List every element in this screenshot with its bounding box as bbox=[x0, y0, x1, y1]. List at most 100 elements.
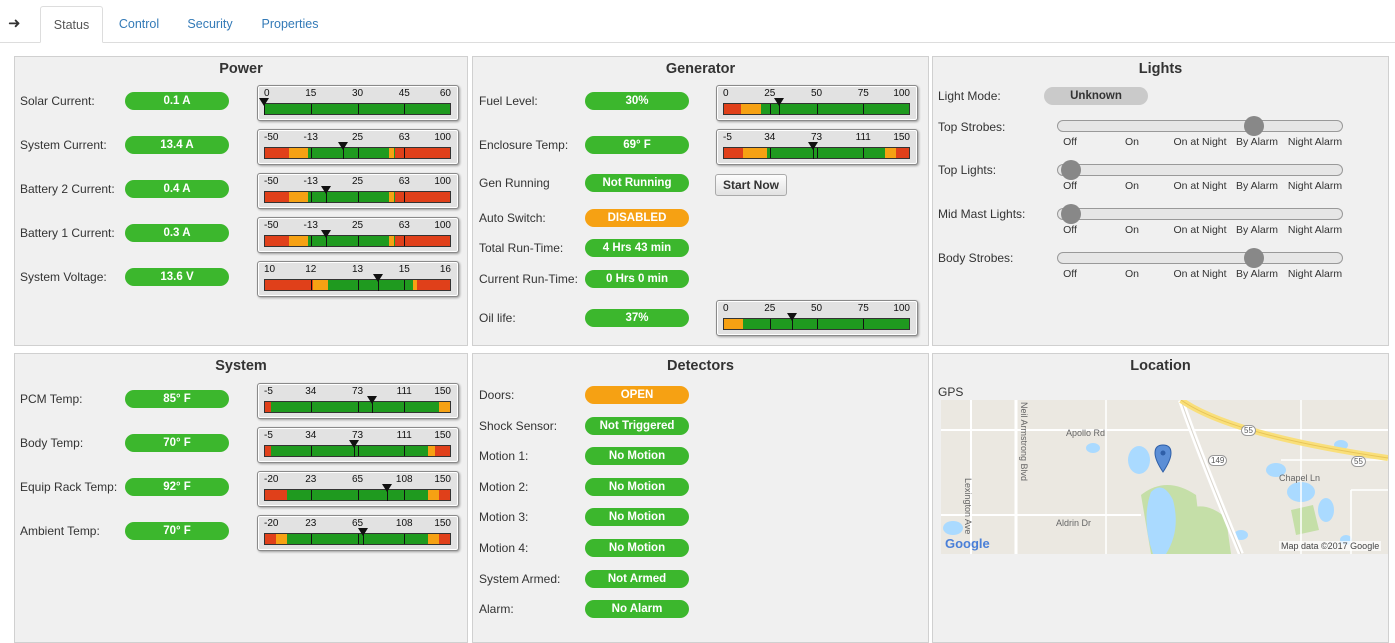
option-by-alarm[interactable]: By Alarm bbox=[1236, 224, 1278, 236]
oil-life-gauge: 0 25 50 75 100 bbox=[716, 300, 918, 336]
tab-status[interactable]: Status bbox=[40, 6, 103, 43]
gauge-divider bbox=[357, 104, 359, 114]
option-on-at-night[interactable]: On at Night bbox=[1173, 180, 1226, 192]
gauge-pointer-line bbox=[264, 102, 265, 115]
detector-label: Motion 2: bbox=[479, 479, 529, 494]
map-road-chapel: Chapel Ln bbox=[1279, 473, 1321, 483]
gauge-segment bbox=[438, 402, 450, 412]
gauge-tick-label: 111 bbox=[396, 430, 412, 441]
battery-2-current-gauge: -50 -13 25 63 100 bbox=[257, 173, 459, 209]
gauge-tick-label: 150 bbox=[893, 132, 910, 143]
gauge-tick-label: 23 bbox=[305, 518, 317, 529]
gauge-segment bbox=[289, 192, 308, 202]
top-lights-slider-knob[interactable] bbox=[1060, 160, 1081, 180]
gauge-divider bbox=[816, 104, 818, 114]
gauge-tick-label: 100 bbox=[434, 132, 451, 143]
option-by-alarm[interactable]: By Alarm bbox=[1236, 180, 1278, 192]
option-on[interactable]: On bbox=[1125, 268, 1139, 280]
option-on-at-night[interactable]: On at Night bbox=[1173, 268, 1226, 280]
pcm-temp-label: PCM Temp: bbox=[20, 392, 83, 406]
gauge-pointer-line bbox=[387, 488, 389, 501]
gauge-tick-label: 150 bbox=[434, 386, 451, 397]
gauge-tick-label: 34 bbox=[764, 132, 776, 143]
option-off[interactable]: Off bbox=[1063, 224, 1077, 236]
gauge-segment bbox=[265, 490, 288, 500]
gauge-scale: 0 25 50 75 100 bbox=[723, 88, 910, 100]
option-night-alarm[interactable]: Night Alarm bbox=[1288, 224, 1342, 236]
tab-bar: ➜ Status Control Security Properties bbox=[0, 0, 1395, 43]
gauge-bar bbox=[264, 103, 451, 115]
start-now-button[interactable]: Start Now bbox=[715, 174, 788, 196]
option-off[interactable]: Off bbox=[1063, 268, 1077, 280]
gauge-tick-label: 150 bbox=[434, 518, 451, 529]
gauge-divider bbox=[770, 104, 772, 114]
option-off[interactable]: Off bbox=[1063, 136, 1077, 148]
option-night-alarm[interactable]: Night Alarm bbox=[1288, 268, 1342, 280]
body-temp-gauge: -5 34 73 111 150 bbox=[257, 427, 459, 463]
body-strobes-slider-knob[interactable] bbox=[1243, 248, 1264, 268]
gauge-divider bbox=[311, 192, 313, 202]
gauge-pointer-line bbox=[342, 146, 344, 159]
top-lights-slider[interactable] bbox=[1057, 160, 1343, 180]
mid-mast-lights-slider-knob[interactable] bbox=[1060, 204, 1081, 224]
battery-2-current-value: 0.4 A bbox=[125, 180, 229, 198]
system-panel: System PCM Temp: 85° F -5 34 73 111 150 Body… bbox=[14, 353, 468, 643]
top-strobes-slider[interactable] bbox=[1057, 116, 1343, 136]
gauge-bar bbox=[723, 103, 910, 115]
enclosure-temp-label: Enclosure Temp: bbox=[479, 138, 569, 152]
option-on-at-night[interactable]: On at Night bbox=[1173, 136, 1226, 148]
gauge-pointer-line bbox=[325, 190, 327, 203]
gauge-pointer-line bbox=[353, 444, 355, 457]
gauge-segment bbox=[270, 402, 439, 412]
tab-properties[interactable]: Properties bbox=[252, 6, 328, 43]
arrow-right-icon[interactable]: ➜ bbox=[8, 14, 21, 32]
gauge-segment bbox=[313, 280, 328, 290]
gauge-segment bbox=[427, 534, 439, 544]
option-on[interactable]: On bbox=[1125, 224, 1139, 236]
gauge-tick-label: 25 bbox=[351, 176, 364, 187]
gauge-tick-label: 0 bbox=[723, 88, 729, 99]
gauge-tick-label: 65 bbox=[351, 474, 364, 485]
map-attribution: Map data ©2017 Google bbox=[1279, 541, 1382, 551]
mid-mast-lights-slider[interactable] bbox=[1057, 204, 1343, 224]
map-road-aldrin: Aldrin Dr bbox=[1056, 518, 1092, 528]
top-strobes-slider-knob[interactable] bbox=[1243, 116, 1264, 136]
gauge-tick-label: 25 bbox=[351, 132, 364, 143]
option-night-alarm[interactable]: Night Alarm bbox=[1288, 180, 1342, 192]
gauge-tick-label: 10 bbox=[264, 264, 276, 275]
gauge-divider bbox=[311, 148, 313, 158]
gauge-divider bbox=[403, 402, 405, 412]
tab-security[interactable]: Security bbox=[178, 6, 242, 43]
detector-value: Not Armed bbox=[585, 569, 689, 588]
generator-title: Generator bbox=[665, 61, 736, 77]
gauge-divider bbox=[403, 104, 405, 114]
option-by-alarm[interactable]: By Alarm bbox=[1236, 268, 1278, 280]
detector-value: Not Triggered bbox=[585, 416, 689, 435]
option-on-at-night[interactable]: On at Night bbox=[1173, 224, 1226, 236]
option-on[interactable]: On bbox=[1125, 136, 1139, 148]
auto-switch-label: Auto Switch: bbox=[479, 211, 546, 225]
body-strobes-slider[interactable] bbox=[1057, 248, 1343, 268]
gps-map[interactable]: Apollo Rd Neil Armstrong Blvd Lexington … bbox=[941, 400, 1388, 554]
option-by-alarm[interactable]: By Alarm bbox=[1236, 136, 1278, 148]
gauge-pointer-line bbox=[325, 234, 327, 247]
oil-life-label: Oil life: bbox=[479, 311, 516, 325]
gen-running-value: Not Running bbox=[585, 174, 689, 192]
tab-control[interactable]: Control bbox=[108, 6, 170, 43]
gauge-divider bbox=[403, 148, 405, 158]
gauge-pointer-line bbox=[779, 102, 781, 115]
option-off[interactable]: Off bbox=[1063, 180, 1077, 192]
gauge-tick-label: 100 bbox=[434, 220, 451, 231]
mid-mast-lights-label: Mid Mast Lights: bbox=[938, 207, 1026, 221]
option-on[interactable]: On bbox=[1125, 180, 1139, 192]
gauge-bar bbox=[264, 279, 451, 291]
detector-value: No Alarm bbox=[585, 600, 689, 619]
light-mode-value: Unknown bbox=[1044, 87, 1148, 105]
map-graphic bbox=[941, 400, 1388, 554]
option-night-alarm[interactable]: Night Alarm bbox=[1288, 136, 1342, 148]
gauge-tick-label: 75 bbox=[857, 88, 869, 99]
gauge-divider bbox=[311, 490, 313, 500]
solar-current-value: 0.1 A bbox=[125, 92, 229, 110]
gauge-tick-label: 100 bbox=[893, 303, 910, 314]
gauge-tick-label: 111 bbox=[396, 386, 412, 397]
